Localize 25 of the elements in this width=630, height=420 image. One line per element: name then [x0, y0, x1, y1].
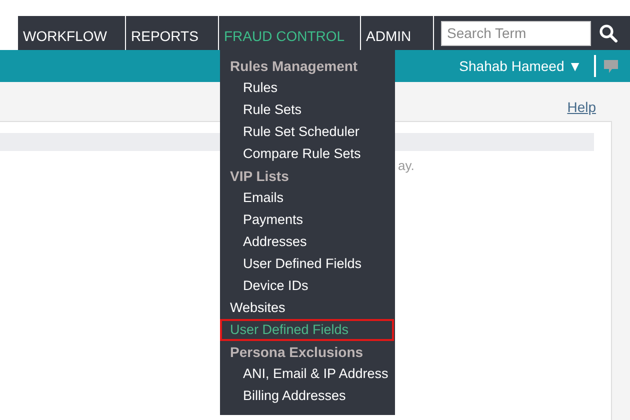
menu-item[interactable]: User Defined Fields — [220, 319, 394, 341]
menu-item[interactable]: Device IDs — [220, 275, 395, 297]
menu-item[interactable]: Payments — [220, 209, 395, 231]
menu-item[interactable]: ANI, Email & IP Address — [220, 363, 395, 385]
menu-item[interactable]: Addresses — [220, 231, 395, 253]
nav-tab[interactable]: REPORTS — [126, 16, 218, 50]
menu-item[interactable]: Rule Set Scheduler — [220, 121, 395, 143]
menu-item[interactable]: Emails — [220, 187, 395, 209]
content-text: ay. — [398, 157, 414, 175]
menu-heading: VIP Lists — [229, 167, 290, 186]
menu-item[interactable]: Billing Addresses — [220, 385, 395, 407]
nav-tab[interactable]: WORKFLOW — [18, 16, 125, 50]
menu-item[interactable]: Rules — [220, 77, 395, 99]
menu-item[interactable]: Websites — [220, 297, 395, 319]
user-menu[interactable]: Shahab Hameed ▼ — [459, 56, 582, 76]
help-link[interactable]: Help — [567, 97, 596, 118]
menu-item[interactable]: Compare Rule Sets — [220, 143, 395, 165]
menu-heading: Persona Exclusions — [229, 343, 364, 362]
search-icon[interactable] — [599, 24, 618, 42]
menu-item[interactable]: User Defined Fields — [220, 253, 395, 275]
nav-tab[interactable]: ADMIN — [361, 16, 433, 50]
menu-item[interactable]: Rule Sets — [220, 99, 395, 121]
menu-heading: Rules Management — [229, 57, 359, 76]
nav-tab[interactable]: FRAUD CONTROL — [219, 16, 360, 50]
search-field[interactable]: Search Term — [441, 20, 591, 46]
